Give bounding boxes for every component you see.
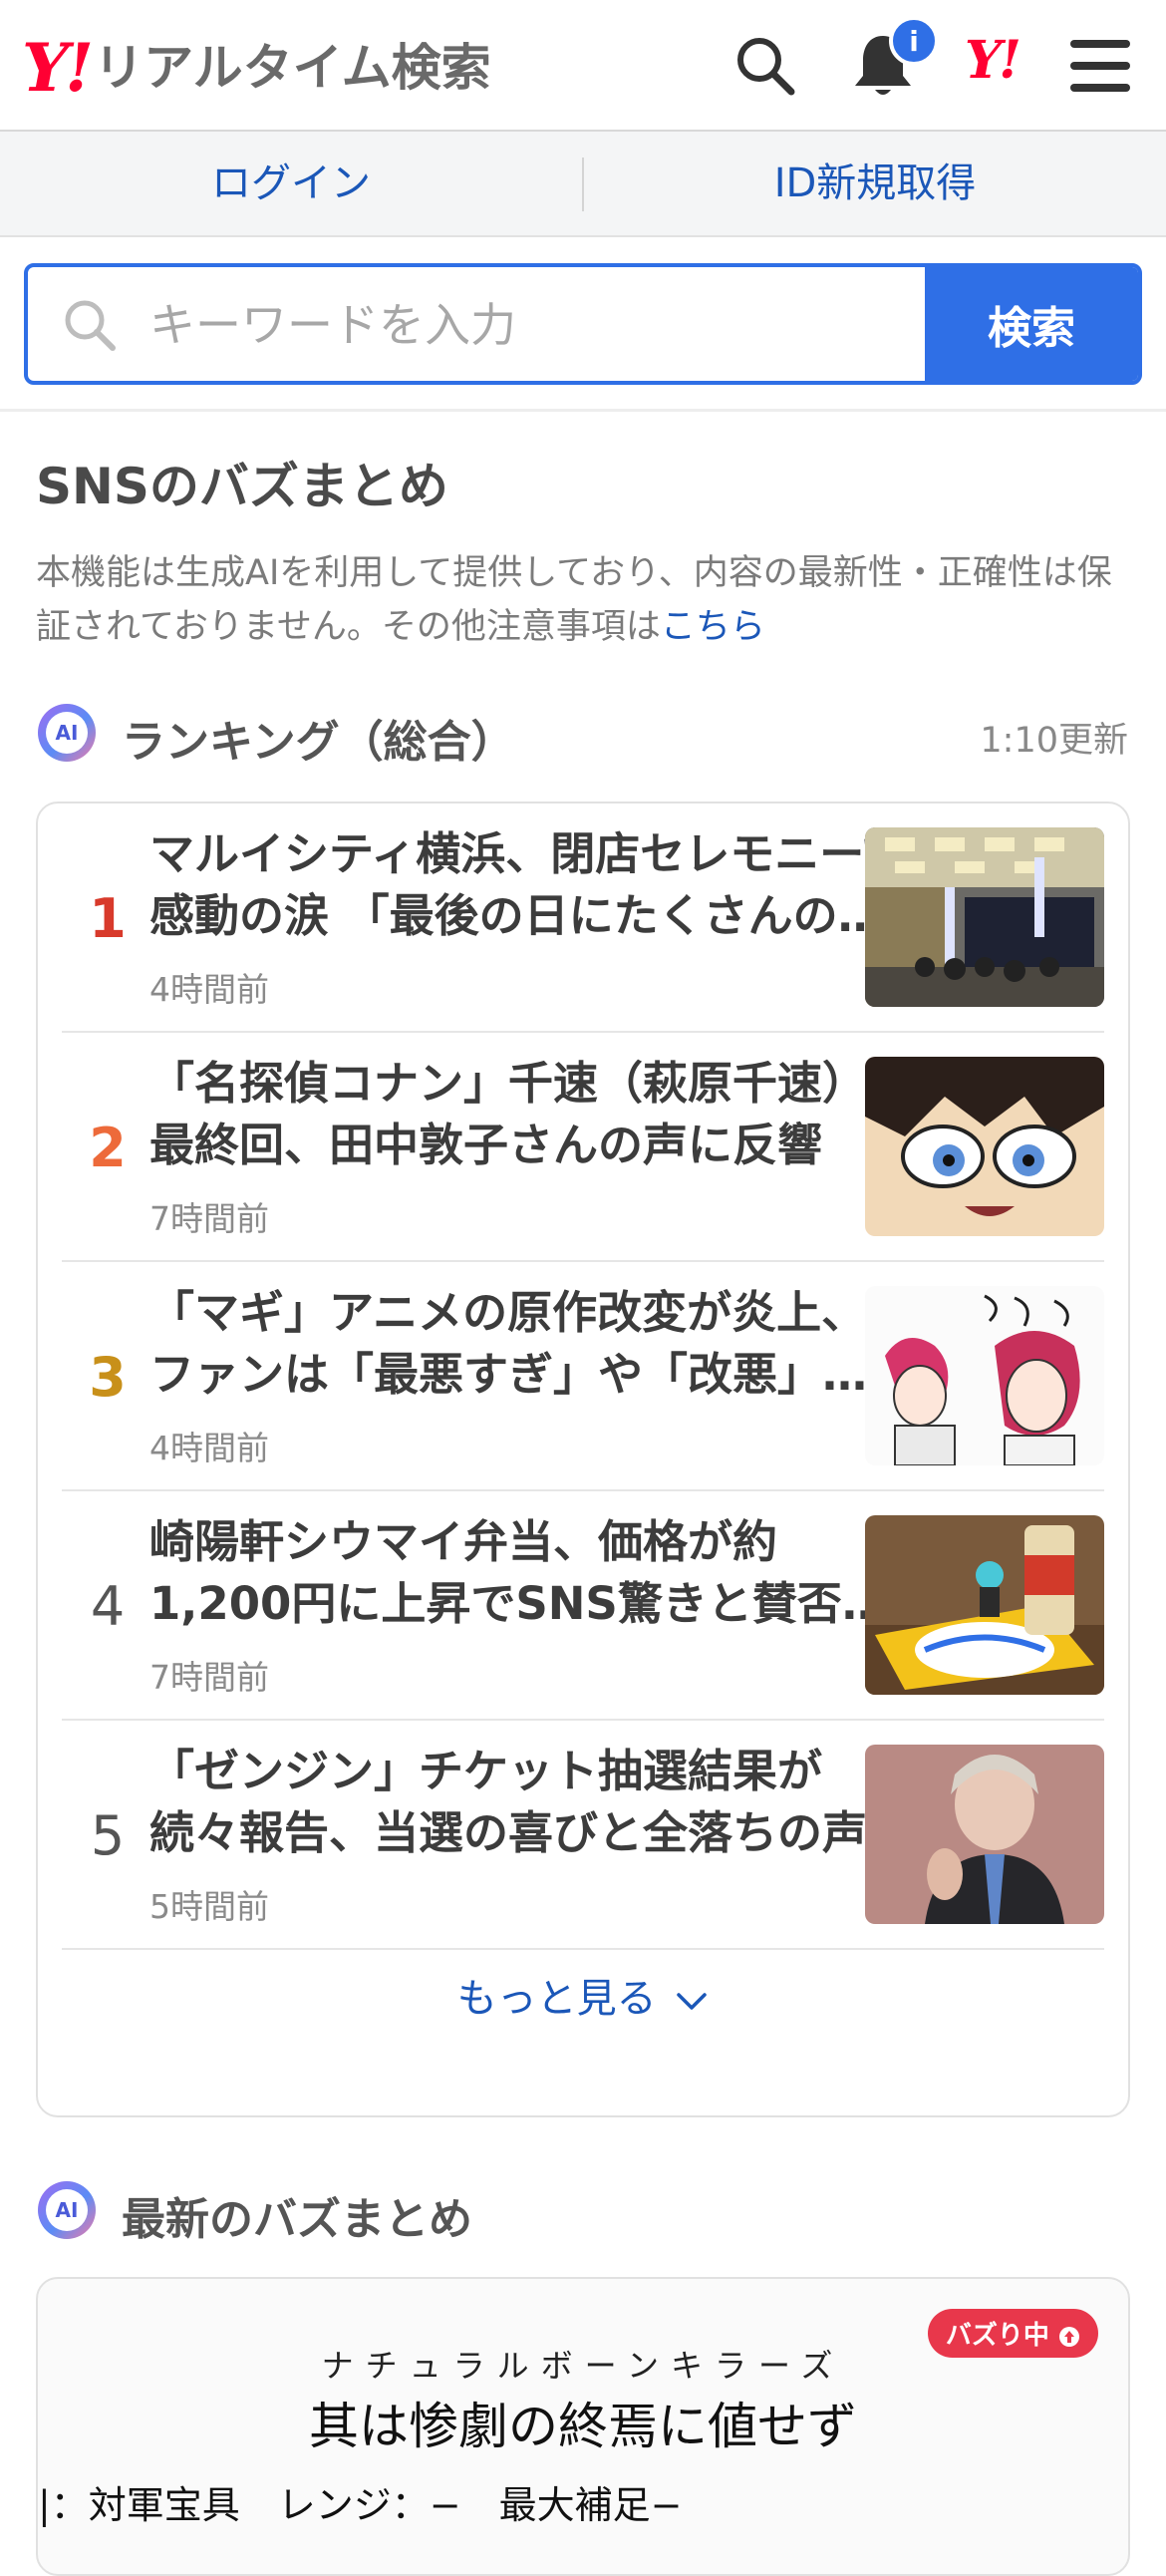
ai-icon-label: AI [46, 712, 88, 754]
chevron-down-icon [669, 1976, 709, 2022]
updated-time: 1:10更新 [980, 721, 1128, 761]
ai-icon: AI [38, 2181, 96, 2239]
ranking-row[interactable]: 1 マルイシティ横浜、閉店セレモニーで感動の涙 「最後の日にたくさんの方が」 4… [62, 804, 1104, 1033]
rank-number: 2 [89, 1116, 127, 1179]
rank-number: 5 [90, 1803, 126, 1867]
search-box: 検索 [24, 263, 1142, 385]
signup-link[interactable]: ID新規取得 [584, 132, 1166, 235]
ranking-heading: ランキング（総合） [122, 717, 515, 768]
ranking-time: 4時間前 [149, 1429, 269, 1467]
login-link[interactable]: ログイン [0, 132, 582, 235]
rank-number: 3 [89, 1345, 127, 1409]
search-input[interactable] [147, 267, 929, 381]
ranking-time: 7時間前 [149, 1658, 269, 1697]
ranking-row[interactable]: 2 「名探偵コナン」千速（萩原千速）最終回、田中敦子さんの声に反響 7時間前 [62, 1033, 1104, 1262]
ranking-time: 4時間前 [149, 970, 269, 1009]
account-bar: ログイン ID新規取得 [0, 132, 1166, 237]
ranking-title: 「マギ」アニメの原作改変が炎上、ファンは「最悪すぎ」や「改悪」の声 [149, 1286, 868, 1401]
yahoo-logo-mark: Y! [22, 29, 94, 107]
ranking-title: マルイシティ横浜、閉店セレモニーで感動の涙 「最後の日にたくさんの方が」 [149, 827, 907, 942]
section-divider [0, 409, 1166, 412]
latest-heading: 最新のバズまとめ [122, 2194, 472, 2245]
more-label: もっと見る [456, 1976, 657, 2022]
thumbnail-image [865, 1515, 1104, 1695]
trending-label: バズり中 [945, 2321, 1049, 2351]
ai-icon: AI [38, 704, 96, 762]
ai-disclaimer: 本機能は生成AIを利用して提供しており、内容の最新性・正確性は保証されておりませ… [36, 546, 1132, 654]
logo-text: リアルタイム検索 [94, 39, 491, 97]
trending-up-icon [1058, 2321, 1080, 2351]
ranking-row[interactable]: 5 「ゼンジン」チケット抽選結果が続々報告、当選の喜びと全落ちの声 5時間前 [62, 1721, 1104, 1950]
yahoo-realtime-logo[interactable]: Y! リアルタイム検索 [22, 28, 491, 108]
rank-number: 4 [90, 1574, 126, 1638]
thumbnail-image [865, 1057, 1104, 1236]
trending-badge: バズり中 [927, 2309, 1098, 2358]
ai-icon-label: AI [46, 2189, 88, 2231]
thumbnail-image [865, 1745, 1104, 1924]
ranking-title: 「名探偵コナン」千速（萩原千速）最終回、田中敦子さんの声に反響 [149, 1057, 868, 1171]
yahoo-top-icon[interactable]: Y! [965, 30, 1021, 91]
more-link[interactable]: もっと見る [38, 1966, 1128, 2024]
ranking-row[interactable]: 3 「マギ」アニメの原作改変が炎上、ファンは「最悪すぎ」や「改悪」の声 4時間前 [62, 1262, 1104, 1491]
ranking-row[interactable]: 4 崎陽軒シウマイ弁当、価格が約1,200円に上昇でSNS驚きと賛否の声 7時間… [62, 1491, 1104, 1721]
image-caption-line: |：対軍宝具 レンジ：− 最大補足− [38, 2483, 683, 2527]
ranking-title: 崎陽軒シウマイ弁当、価格が約1,200円に上昇でSNS驚きと賛否の声 [149, 1515, 887, 1630]
search-button[interactable]: 検索 [925, 267, 1138, 381]
section-title: SNSのバズまとめ [36, 458, 448, 515]
disclaimer-text: 本機能は生成AIを利用して提供しており、内容の最新性・正確性は保証されておりませ… [36, 553, 1112, 647]
search-icon[interactable] [726, 26, 805, 106]
ranking-card: 1 マルイシティ横浜、閉店セレモニーで感動の涙 「最後の日にたくさんの方が」 4… [36, 802, 1130, 2117]
search-icon [62, 297, 118, 357]
disclaimer-link[interactable]: こちら [661, 607, 765, 647]
rank-number: 1 [89, 886, 127, 950]
thumbnail-image [865, 1286, 1104, 1465]
thumbnail-image [865, 827, 1104, 1007]
ranking-time: 5時間前 [149, 1887, 269, 1926]
notification-badge: i [889, 16, 939, 66]
latest-buzz-card[interactable]: ナチュラルボーンキラーズ 其は惨劇の終焉に値せず |：対軍宝具 レンジ：− 最大… [36, 2277, 1130, 2576]
menu-icon[interactable] [1060, 26, 1140, 106]
app-header: Y! リアルタイム検索 i Y! [0, 0, 1166, 132]
ranking-title: 「ゼンジン」チケット抽選結果が続々報告、当選の喜びと全落ちの声 [149, 1745, 868, 1859]
ranking-time: 7時間前 [149, 1199, 269, 1238]
image-caption-line: 其は惨劇の終焉に値せず [309, 2398, 857, 2455]
